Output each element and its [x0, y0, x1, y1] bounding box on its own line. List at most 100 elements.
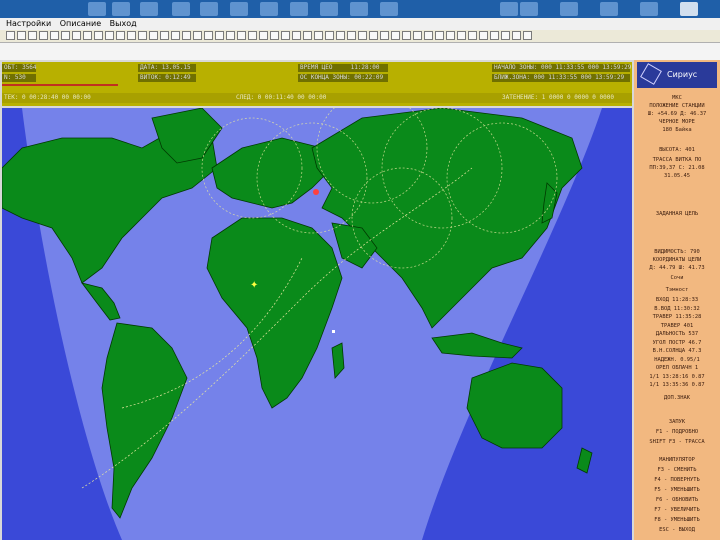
toolbar-button[interactable]: [6, 31, 15, 40]
trace-values: ПП:39,37 С: 21.08: [649, 165, 705, 171]
orbit-time-field: ВИТОК: 0:12:49: [140, 74, 191, 81]
taskbar-app-icon[interactable]: [600, 2, 618, 16]
toolbar-button[interactable]: [259, 31, 268, 40]
app-logo: Сириус: [637, 62, 717, 88]
times-row: В.ВОД 11:30:32: [654, 305, 700, 312]
times-row: ОРЕЛ ОБЛАЧН 1: [655, 365, 699, 371]
toolbar-button[interactable]: [380, 31, 389, 40]
toolbar-button[interactable]: [424, 31, 433, 40]
toolbar-button[interactable]: [50, 31, 59, 40]
taskbar-app-icon[interactable]: [350, 2, 368, 16]
point-marker: [332, 330, 335, 333]
station-over2: 180 Байка: [662, 127, 692, 133]
close-icon[interactable]: [680, 2, 698, 16]
toolbar-button[interactable]: [17, 31, 26, 40]
toolbar-button[interactable]: [193, 31, 202, 40]
taskbar-app-icon[interactable]: [290, 2, 308, 16]
times-title: Тэмност: [665, 287, 689, 293]
toolbar-button[interactable]: [512, 31, 521, 40]
menu-item-description[interactable]: Описание: [60, 19, 101, 28]
toolbar-button[interactable]: [204, 31, 213, 40]
taskbar-app-icon[interactable]: [172, 2, 190, 16]
toolbar-button[interactable]: [270, 31, 279, 40]
toolbar-button[interactable]: [72, 31, 81, 40]
toolbar-button[interactable]: [226, 31, 235, 40]
taskbar-app-icon[interactable]: [320, 2, 338, 16]
toolbar-button[interactable]: [457, 31, 466, 40]
toolbar-button[interactable]: [314, 31, 323, 40]
target-marker[interactable]: ✦: [250, 280, 258, 291]
menu-item-settings[interactable]: Настройки: [6, 19, 51, 28]
toolbar-button[interactable]: [468, 31, 477, 40]
taskbar-app-icon[interactable]: [260, 2, 278, 16]
taskbar-app-icon[interactable]: [380, 2, 398, 16]
toolbar-button[interactable]: [347, 31, 356, 40]
toolbar-button[interactable]: [138, 31, 147, 40]
taskbar-app-icon[interactable]: [140, 2, 158, 16]
menu-item-exit[interactable]: Выход: [110, 19, 137, 28]
os-taskbar: [0, 0, 720, 18]
taskbar-app-icon[interactable]: [640, 2, 658, 16]
taskbar-app-icon[interactable]: [500, 2, 518, 16]
taskbar-app-icon[interactable]: [520, 2, 538, 16]
taskbar-app-icon[interactable]: [88, 2, 106, 16]
orbit-progress-bar: [2, 84, 118, 86]
toolbar-button[interactable]: [127, 31, 136, 40]
target-coords-values: Д: 44.79 Ш: 41.73: [649, 265, 705, 271]
world-map[interactable]: ✦: [2, 108, 632, 540]
toolbar-button[interactable]: [303, 31, 312, 40]
toolbar-button[interactable]: [116, 31, 125, 40]
times-row: ДАЛЬНОСТЬ 537: [655, 331, 699, 337]
toolbar-button[interactable]: [446, 31, 455, 40]
station-sub: ПОЛОЖЕНИЕ СТАНЦИИ: [649, 103, 705, 109]
toolbar-button[interactable]: [182, 31, 191, 40]
iss-marker[interactable]: [313, 189, 319, 195]
times-row: 1/1 13:28:16 0.87: [649, 373, 705, 380]
toolbar-button[interactable]: [160, 31, 169, 40]
toolbar-button[interactable]: [149, 31, 158, 40]
new-zealand: [576, 447, 593, 474]
toolbar-button[interactable]: [292, 31, 301, 40]
toolbar-button[interactable]: [171, 31, 180, 40]
taskbar-app-icon[interactable]: [230, 2, 248, 16]
map-canvas[interactable]: ✦: [2, 108, 632, 540]
manip-title: МАНИПУЛЯТОР: [659, 457, 695, 463]
toolbar-button[interactable]: [523, 31, 532, 40]
count-field: N: 530: [4, 74, 26, 81]
target-coords-title: КООРДИНАТЫ ЦЕЛИ: [652, 257, 702, 263]
manip-row: F4 - ПОВЕРНУТЬ: [654, 477, 700, 483]
toolbar-button[interactable]: [336, 31, 345, 40]
toolbar-button[interactable]: [83, 31, 92, 40]
toolbar-button[interactable]: [490, 31, 499, 40]
toolbar-button[interactable]: [358, 31, 367, 40]
toolbar-button[interactable]: [435, 31, 444, 40]
toolbar-button[interactable]: [413, 31, 422, 40]
taskbar-app-icon[interactable]: [560, 2, 578, 16]
trace-values2: 31.05.45: [664, 173, 690, 179]
toolbar: [0, 30, 720, 43]
taskbar-app-icon[interactable]: [200, 2, 218, 16]
toolbar-button[interactable]: [39, 31, 48, 40]
toolbar-button[interactable]: [94, 31, 103, 40]
times-row: ВХОД 11:28:33: [655, 297, 699, 303]
toolbar-button[interactable]: [391, 31, 400, 40]
toolbar-button[interactable]: [28, 31, 37, 40]
toolbar-button[interactable]: [215, 31, 224, 40]
toolbar-button[interactable]: [325, 31, 334, 40]
toolbar-button[interactable]: [501, 31, 510, 40]
toolbar-button[interactable]: [369, 31, 378, 40]
times-row: НАДЕЖН. 0.95/1: [654, 356, 700, 363]
toolbar-button[interactable]: [281, 31, 290, 40]
orbit-field: ОБТ: 3564: [4, 64, 37, 71]
toolbar-button[interactable]: [237, 31, 246, 40]
toolbar-button[interactable]: [105, 31, 114, 40]
toolbar-button[interactable]: [402, 31, 411, 40]
taskbar-app-icon[interactable]: [112, 2, 130, 16]
target-name: Сочи: [670, 275, 684, 281]
toolbar-button[interactable]: [61, 31, 70, 40]
toolbar-button[interactable]: [479, 31, 488, 40]
status-next: СЛЕД: 0 00:11:40 00 00:00: [236, 94, 327, 101]
toolbar-button[interactable]: [248, 31, 257, 40]
zone-end-field: ОС КОНЦА ЗОНЫ: 00:22:09: [300, 74, 384, 81]
visibility-value: ВИДИМОСТЬ: 790: [654, 249, 700, 255]
